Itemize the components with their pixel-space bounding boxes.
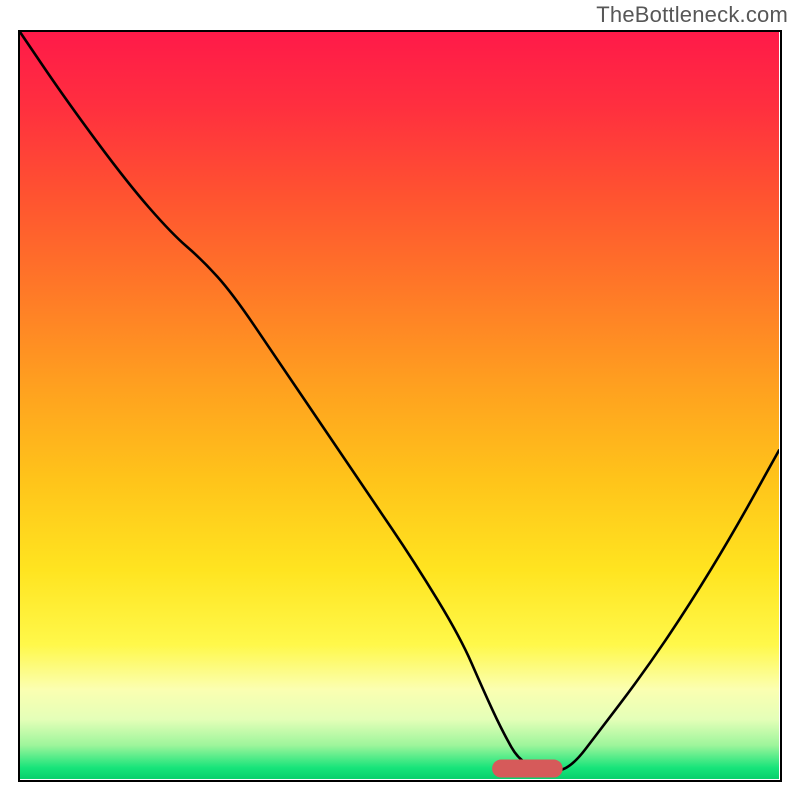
chart-root: TheBottleneck.com — [0, 0, 800, 800]
trough-marker — [20, 32, 779, 779]
watermark-text: TheBottleneck.com — [596, 2, 788, 28]
plot-frame — [18, 30, 782, 782]
